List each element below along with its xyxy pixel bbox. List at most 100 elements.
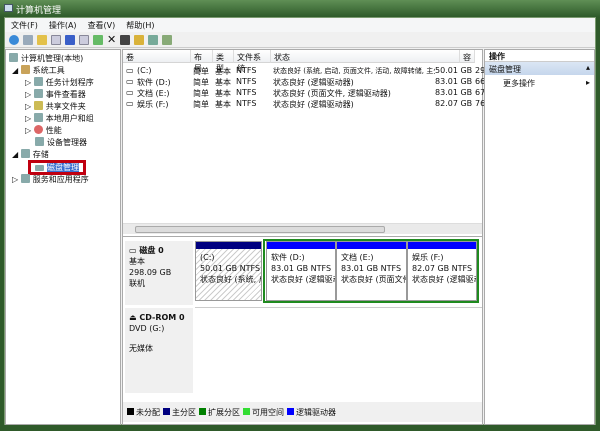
system-tools-label: 系统工具 (32, 66, 65, 75)
legend: 未分配 主分区 扩展分区 可用空间 逻辑驱动器 (123, 402, 482, 422)
partition-size: 50.01 GB NTFS (200, 264, 261, 273)
cell: NTFS (236, 66, 257, 75)
forward-icon[interactable] (23, 34, 33, 45)
label: 设备管理器 (47, 138, 87, 147)
search-icon[interactable] (148, 34, 159, 45)
swatch (163, 407, 170, 415)
tools-icon (20, 65, 30, 74)
label: 任务计划程序 (45, 78, 94, 87)
tree-root[interactable]: 计算机管理(本地) (9, 53, 83, 65)
partition-title: 娱乐 (F:) (412, 253, 444, 262)
legend-label: 主分区 (172, 407, 196, 417)
legend-label: 未分配 (136, 407, 160, 417)
tree-system-tools[interactable]: ◢ 系统工具 (12, 65, 65, 77)
storage-icon (20, 149, 30, 158)
section-label: 磁盘管理 (489, 65, 521, 74)
partition-title: (C:) (200, 253, 215, 262)
tree-local-users[interactable]: ▷ 本地用户和组 (25, 113, 94, 125)
col-status[interactable]: 状态 (271, 50, 460, 63)
properties-icon[interactable] (120, 34, 131, 45)
up-folder-icon[interactable] (37, 34, 47, 45)
menu-view[interactable]: 查看(V) (82, 18, 121, 32)
cdrom-label[interactable]: ⏏ CD-ROM 0 DVD (G:) 无媒体 (125, 308, 193, 393)
navigation-tree: 计算机管理(本地) ◢ 系统工具 ▷ 任务计划程序 ▷ 事件查看器 ▷ 共享文件… (5, 49, 121, 425)
legend-label: 扩展分区 (208, 407, 240, 417)
tree-services[interactable]: ▷ 服务和应用程序 (12, 174, 89, 186)
disk0-type: 基本 (129, 257, 145, 266)
drive-icon: ▭ (126, 99, 134, 108)
partition-status: 状态良好 (逻辑驱动 (271, 275, 335, 284)
cdrom-type: DVD (G:) (129, 324, 165, 333)
show-hide-action-icon[interactable] (79, 34, 89, 45)
back-icon[interactable] (9, 34, 19, 45)
cell: (C:) (137, 66, 152, 75)
disk-icon (35, 165, 44, 171)
refresh-icon[interactable] (93, 34, 103, 45)
actions-pane: 操作 磁盘管理 ▴ 更多操作 ▸ (484, 49, 595, 425)
partition-d[interactable]: 软件 (D:) 83.01 GB NTFS 状态良好 (逻辑驱动 (266, 241, 336, 301)
swatch (243, 407, 250, 415)
computer-management-icon (4, 4, 13, 12)
menu-file[interactable]: 文件(F) (5, 18, 43, 32)
more-actions[interactable]: 更多操作 ▸ (485, 75, 594, 89)
help-icon[interactable] (65, 34, 75, 45)
title-bar: 计算机管理 (0, 0, 600, 17)
disk-graphical-view: ▭ 磁盘 0 基本 298.09 GB 联机 (C:) 50.01 GB NTFS… (123, 236, 482, 402)
legend-unallocated: 未分配 (127, 407, 160, 418)
tree-event-viewer[interactable]: ▷ 事件查看器 (25, 89, 86, 101)
col-filesystem[interactable]: 文件系统 (234, 50, 271, 73)
legend-free: 可用空间 (243, 407, 284, 418)
tree-performance[interactable]: ▷ 性能 (25, 125, 62, 137)
partition-f[interactable]: 娱乐 (F:) 82.07 GB NTFS 状态良好 (逻辑驱动 (407, 241, 477, 301)
col-layout[interactable]: 布局 (191, 50, 213, 73)
delete-icon[interactable]: ✕ (107, 34, 116, 45)
menu-help[interactable]: 帮助(H) (120, 18, 159, 32)
col-volume[interactable]: 卷 (123, 50, 191, 63)
partition-size: 82.07 GB NTFS (412, 264, 473, 273)
label: 磁盘管理 (47, 163, 79, 172)
tree-task-scheduler[interactable]: ▷ 任务计划程序 (25, 77, 94, 89)
window: 文件(F) 操作(A) 查看(V) 帮助(H) ✕ 计算机管理(本地) ◢ 系统… (4, 17, 596, 425)
menu-bar: 文件(F) 操作(A) 查看(V) 帮助(H) (5, 18, 595, 32)
settings-icon[interactable] (162, 34, 173, 45)
partition-e[interactable]: 文档 (E:) 83.01 GB NTFS 状态良好 (页面文件 (336, 241, 407, 301)
tree-root-label: 计算机管理(本地) (21, 54, 84, 63)
legend-label: 可用空间 (252, 407, 284, 417)
more-actions-label: 更多操作 (503, 79, 535, 88)
legend-primary: 主分区 (163, 407, 196, 418)
tree-shared-folders[interactable]: ▷ 共享文件夹 (25, 101, 86, 113)
label: 事件查看器 (45, 90, 86, 99)
tree-device-manager[interactable]: 设备管理器 (35, 137, 87, 149)
open-folder-icon[interactable] (134, 34, 145, 45)
table-row[interactable]: ▭ 文档 (E:) 简单 基本 NTFS 状态良好 (页面文件, 逻辑驱动器) 83.01 … (123, 87, 485, 98)
shared-folder-icon (33, 101, 43, 110)
table-row[interactable]: ▭ 软件 (D:) 简单 基本 NTFS 状态良好 (逻辑驱动器) 83.01 GB 66 (123, 76, 485, 87)
table-row[interactable]: ▭ 娱乐 (F:) 简单 基本 NTFS 状态良好 (逻辑驱动器) 82.07 GB 76 (123, 98, 485, 109)
menu-action[interactable]: 操作(A) (43, 18, 82, 32)
cell: NTFS (236, 77, 257, 86)
partition-c[interactable]: (C:) 50.01 GB NTFS 状态良好 (系统, 启 (195, 241, 262, 301)
cell: 83.01 GB (435, 88, 473, 97)
col-type[interactable]: 类型 (213, 50, 234, 73)
table-row[interactable]: ▭ (C:) 简单 基本 NTFS 状态良好 (系统, 启动, 页面文件, 活动, 故障转… (123, 65, 485, 76)
cell: 状态良好 (逻辑驱动器) (273, 100, 354, 109)
performance-icon (33, 125, 43, 134)
actions-section-disk-management[interactable]: 磁盘管理 ▴ (485, 62, 594, 75)
swatch (287, 407, 294, 415)
collapse-icon[interactable]: ▴ (586, 63, 590, 72)
cell: 状态良好 (系统, 启动, 页面文件, 活动, 故障转储, 主分区) (273, 67, 450, 75)
partition-size: 83.01 GB NTFS (341, 264, 402, 273)
disk0-label[interactable]: ▭ 磁盘 0 基本 298.09 GB 联机 (125, 241, 193, 305)
horizontal-scrollbar[interactable] (123, 223, 482, 234)
cdrom-name: CD-ROM 0 (139, 313, 185, 322)
cell: 简单 (193, 100, 209, 109)
tree-disk-management[interactable]: 磁盘管理 (28, 160, 86, 175)
show-hide-tree-icon[interactable] (51, 34, 61, 45)
cell: NTFS (236, 99, 257, 108)
col-capacity[interactable]: 容量 (460, 50, 475, 63)
services-icon (20, 174, 30, 183)
label: 共享文件夹 (45, 102, 86, 111)
submenu-arrow-icon: ▸ (585, 78, 590, 87)
scrollbar-thumb[interactable] (135, 226, 385, 233)
partition-status: 状态良好 (页面文件 (341, 275, 406, 284)
